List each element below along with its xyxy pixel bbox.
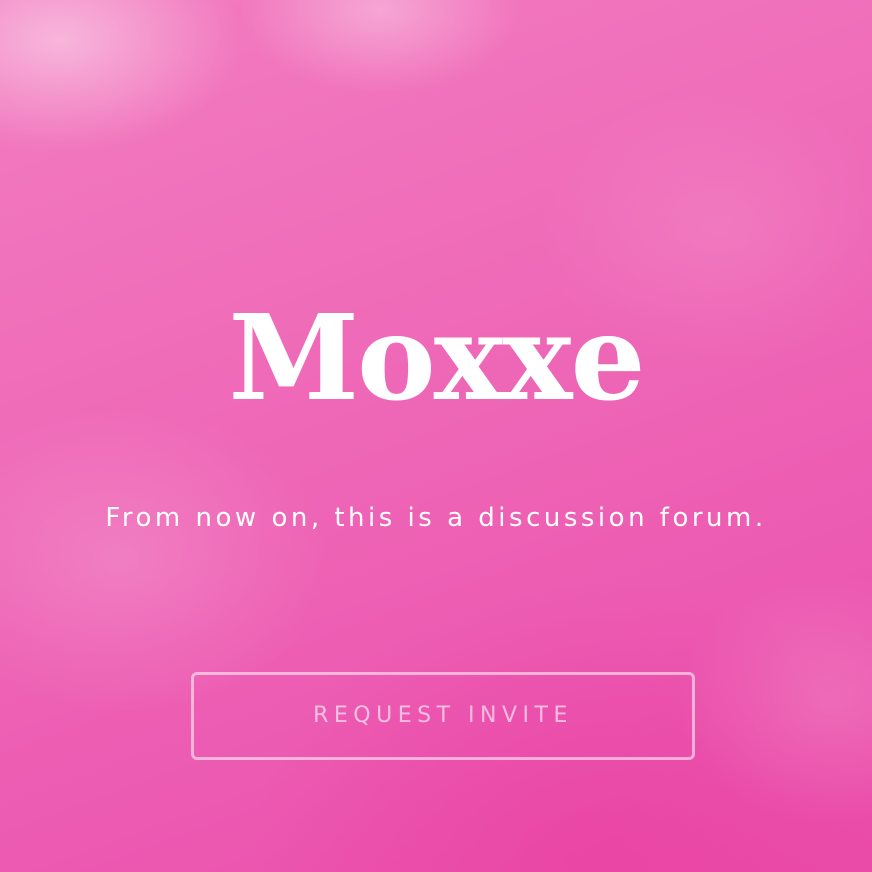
brand-logo: Moxxe [228,288,645,427]
request-invite-button[interactable]: REQUEST INVITE [191,672,695,760]
hero-tagline: From now on, this is a discussion forum. [105,503,767,533]
